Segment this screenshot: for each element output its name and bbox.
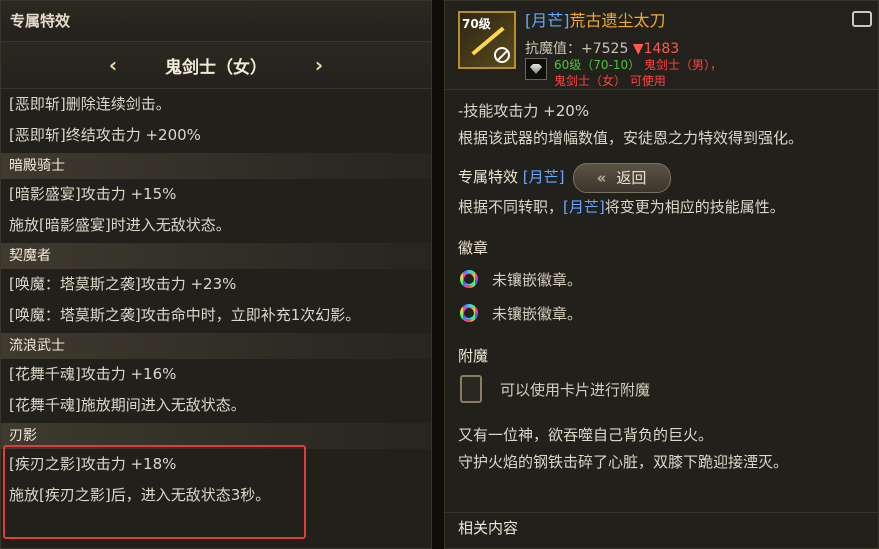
effect-line: [恶即斩]删除连续剑击。	[9, 95, 171, 113]
resist-label: 抗魔值：+7525	[525, 41, 629, 57]
gem-icon	[525, 58, 547, 80]
emblem-slot-label: 未镶嵌徽章。	[492, 270, 583, 289]
emblem-title: 徽章	[458, 239, 489, 257]
enchant-slot[interactable]: 可以使用卡片进行附魔	[445, 370, 878, 408]
effect-line: [花舞千魂]施放期间进入无敌状态。	[9, 396, 246, 414]
weapon-icon: 70级	[458, 11, 516, 69]
transfer-desc: 根据不同转职，[月芒]将变更为相应的技能属性。	[445, 192, 878, 222]
amplify-desc: 根据该武器的增幅数值，安徒恩之力特效得到强化。	[458, 129, 804, 147]
resist-value: 抗魔值：+7525 ▼1483	[525, 38, 679, 58]
panel-divider	[432, 0, 444, 549]
item-name: [月芒]荒古遗尘太刀	[525, 7, 666, 31]
item-level: 70级	[462, 17, 491, 31]
transfer-pre: 根据不同转职，	[458, 198, 564, 216]
related-content-header[interactable]: 相关内容	[445, 512, 878, 548]
effect-line: [唤魔：塔莫斯之袭]攻击命中时，立即补充1次幻影。	[9, 306, 361, 324]
subclass-header: 暗殿骑士	[1, 153, 431, 179]
item-tag: [月芒]	[525, 11, 570, 30]
exclusive-tag: [月芒]	[522, 168, 565, 186]
back-label: 返回	[616, 168, 647, 187]
resist-delta: ▼1483	[632, 41, 680, 57]
unusable-icon	[494, 47, 510, 63]
class-name: 鬼剑士（女）	[165, 57, 267, 78]
back-button[interactable]: « 返回	[572, 162, 671, 193]
requirement-line: 60级（70-10） 鬼剑士（男），	[554, 56, 722, 73]
next-class-button[interactable]: ›	[307, 53, 331, 77]
emblem-ring-icon	[460, 304, 478, 322]
req-class-2: 鬼剑士（女） 可使用	[554, 74, 666, 88]
card-slot-icon	[460, 375, 482, 403]
class-effect-panel: 专属特效 ‹ 鬼剑士（女） › [恶即斩]删除连续剑击。 [恶即斩]终结攻击力 …	[0, 0, 432, 549]
flavor-text: 守护火焰的钢铁击碎了心脏，双膝下跪迎接湮灭。	[458, 453, 789, 471]
double-chevron-left-icon: «	[596, 168, 607, 187]
flavor-text: 又有一位神，欲吞噬自己背负的巨火。	[458, 426, 714, 444]
emblem-slot[interactable]: 未镶嵌徽章。	[445, 296, 878, 330]
subclass-header: 契魔者	[1, 243, 431, 269]
enchant-title: 附魔	[458, 347, 489, 365]
exclusive-effect-row: 专属特效 [月芒] « 返回	[445, 162, 878, 193]
enchant-label: 可以使用卡片进行附魔	[500, 380, 651, 399]
subclass-header: 流浪武士	[1, 333, 431, 359]
skill-attack-line: -技能攻击力 +20%	[458, 102, 590, 120]
effect-line: [唤魔：塔莫斯之袭]攻击力 +23%	[9, 275, 237, 293]
req-level: 60级（70-10）	[554, 58, 641, 72]
emblem-slot-label: 未镶嵌徽章。	[492, 304, 583, 323]
item-header: 70级 [月芒]荒古遗尘太刀 抗魔值：+7525 ▼1483 60级（70-10…	[445, 1, 878, 90]
item-title: 荒古遗尘太刀	[569, 11, 666, 30]
emblem-slot[interactable]: 未镶嵌徽章。	[445, 262, 878, 296]
panel-title: 专属特效	[1, 1, 431, 42]
transfer-tag: [月芒]	[563, 198, 605, 216]
effect-line: [恶即斩]终结攻击力 +200%	[9, 126, 201, 144]
req-class: 鬼剑士（男），	[643, 58, 722, 72]
highlight-box	[3, 445, 306, 539]
effect-line: [暗影盛宴]攻击力 +15%	[9, 185, 177, 203]
exclusive-label: 专属特效	[458, 168, 519, 186]
transfer-post: 将变更为相应的技能属性。	[604, 198, 785, 216]
prev-class-button[interactable]: ‹	[101, 53, 125, 77]
effect-line: 施放[暗影盛宴]时进入无敌状态。	[9, 216, 231, 234]
edit-icon[interactable]	[852, 11, 872, 27]
class-selector: ‹ 鬼剑士（女） ›	[1, 42, 431, 89]
emblem-ring-icon	[460, 270, 478, 288]
item-tooltip-panel: 70级 [月芒]荒古遗尘太刀 抗魔值：+7525 ▼1483 60级（70-10…	[444, 0, 879, 549]
effect-line: [花舞千魂]攻击力 +16%	[9, 365, 177, 383]
